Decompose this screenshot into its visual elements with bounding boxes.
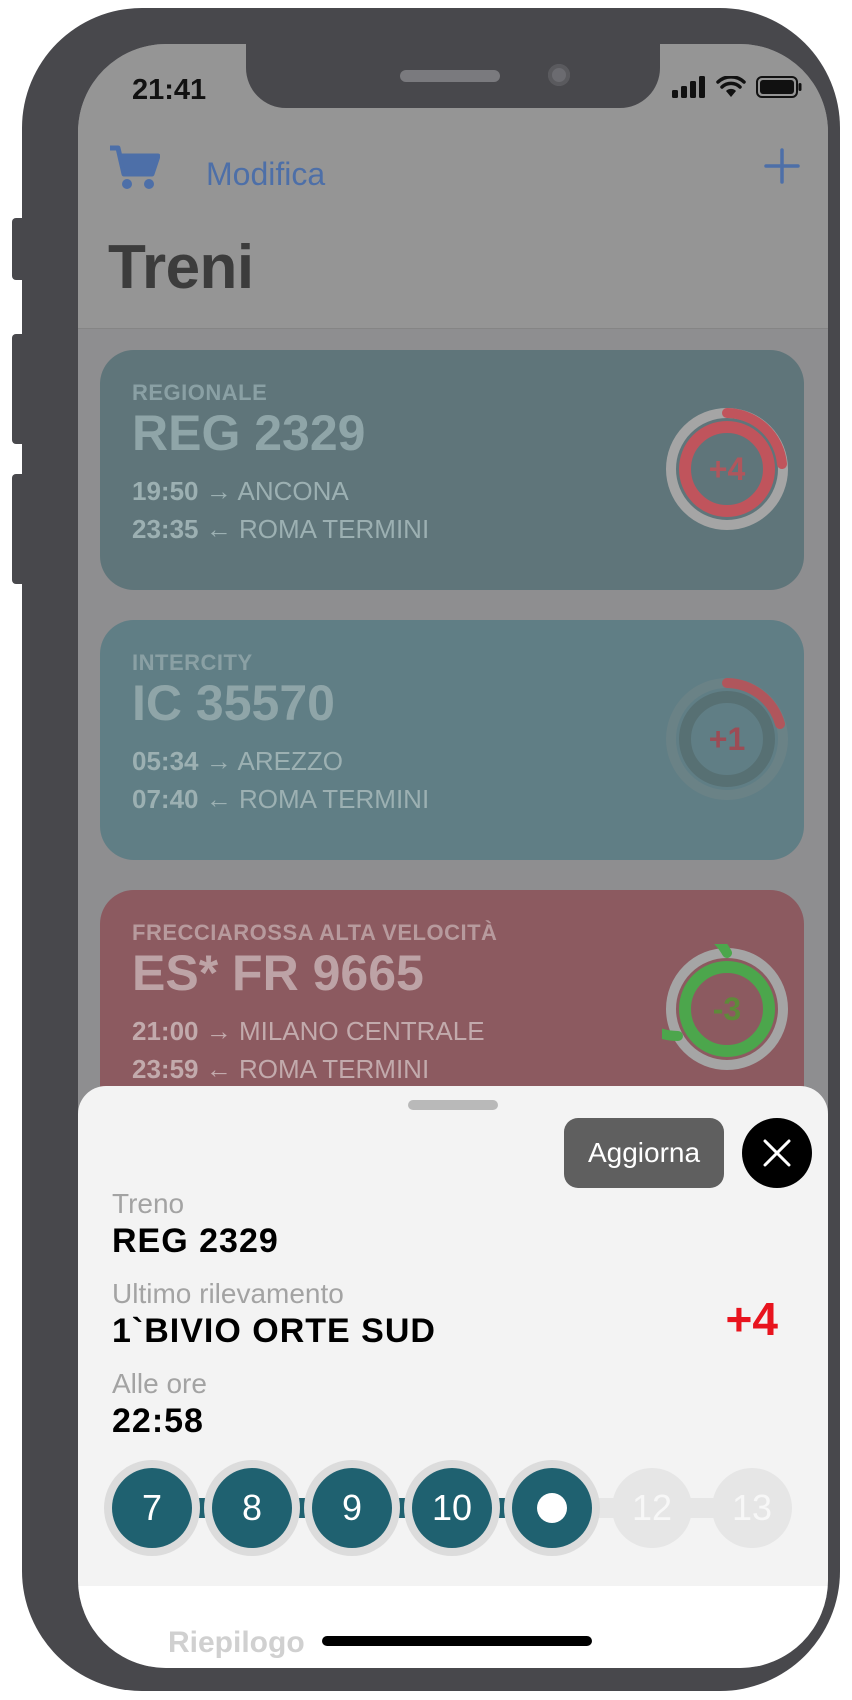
arrow-left-icon: ← — [205, 784, 232, 814]
stops-progress: 7 8 9 10 12 13 — [112, 1468, 792, 1548]
stop-marker[interactable]: 10 — [412, 1468, 492, 1548]
stop-label: 10 — [431, 1487, 473, 1528]
arrow-right-icon: → — [205, 476, 232, 506]
return-line: 23:59 ← ROMA TERMINI — [132, 1054, 429, 1085]
train-number: IC 35570 — [132, 675, 335, 731]
train-card[interactable]: REGIONALE REG 2329 19:50 → ANCONA 23:35 … — [100, 350, 804, 590]
stop-label: 8 — [241, 1487, 263, 1528]
delay-value: +4 — [725, 1293, 778, 1345]
edit-button[interactable]: Modifica — [206, 156, 325, 193]
delay-ring: +4 — [666, 408, 788, 530]
train-type: REGIONALE — [132, 380, 268, 405]
delay-value: -3 — [713, 991, 741, 1027]
stop-label: 13 — [731, 1487, 773, 1528]
arrow-right-icon: → — [205, 746, 232, 776]
phone-frame: Modifica Treni 21:41 REGIONALE REG 2329 … — [22, 8, 840, 1691]
delay-ring: -3 — [662, 944, 788, 1070]
sheet-grabber[interactable] — [408, 1100, 498, 1110]
stop-marker[interactable]: 13 — [712, 1468, 792, 1548]
departure-line: 19:50 → ANCONA — [132, 476, 349, 507]
arrow-left-icon: ← — [205, 1054, 232, 1084]
departure-line: 05:34 → AREZZO — [132, 746, 343, 777]
current-position-marker[interactable] — [512, 1468, 592, 1548]
stop-marker[interactable]: 12 — [612, 1468, 692, 1548]
add-train-icon[interactable] — [764, 148, 800, 189]
stop-marker[interactable]: 7 — [112, 1468, 192, 1548]
last-detection-label: Ultimo rilevamento — [112, 1278, 344, 1309]
speaker — [400, 70, 500, 82]
return-time: 23:59 — [132, 1054, 199, 1084]
destination: AREZZO — [237, 746, 343, 776]
close-icon — [763, 1139, 791, 1167]
arrow-left-icon: ← — [205, 514, 232, 544]
stop-label: 12 — [631, 1487, 673, 1528]
departure-line: 21:00 → MILANO CENTRALE — [132, 1016, 485, 1047]
stop-marker[interactable]: 8 — [212, 1468, 292, 1548]
stop-label: 7 — [141, 1487, 163, 1528]
train-detail-sheet: Aggiorna Treno REG 2329 Ultimo rilevamen… — [78, 1086, 828, 1586]
time-value: 22:58 — [112, 1402, 204, 1440]
arrow-right-icon: → — [205, 1016, 232, 1046]
train-label: Treno — [112, 1188, 185, 1219]
train-type: INTERCITY — [132, 650, 253, 675]
train-number: ES* FR 9665 — [132, 945, 424, 1001]
return-time: 23:35 — [132, 514, 199, 544]
stop-marker[interactable]: 9 — [312, 1468, 392, 1548]
train-type: FRECCIAROSSA ALTA VELOCITÀ — [132, 920, 498, 945]
return-time: 07:40 — [132, 784, 199, 814]
train-value: REG 2329 — [112, 1222, 279, 1260]
destination: ANCONA — [237, 476, 349, 506]
return-line: 23:35 ← ROMA TERMINI — [132, 514, 429, 545]
status-time: 21:41 — [132, 74, 207, 106]
status-icons — [672, 76, 802, 98]
stop-label: 9 — [341, 1487, 363, 1528]
origin: ROMA TERMINI — [238, 784, 430, 814]
origin: ROMA TERMINI — [238, 514, 430, 544]
delay-value: +4 — [709, 451, 746, 487]
train-number: REG 2329 — [132, 405, 366, 461]
refresh-button[interactable]: Aggiorna — [564, 1118, 724, 1188]
battery-icon — [756, 76, 802, 98]
time-label: Alle ore — [112, 1368, 207, 1399]
departure-time: 19:50 — [132, 476, 199, 506]
origin: ROMA TERMINI — [238, 1054, 430, 1084]
next-sheet-title: Riepilogo — [168, 1626, 305, 1659]
wifi-icon — [716, 76, 746, 97]
current-position-dot — [537, 1493, 567, 1523]
notch — [246, 44, 660, 108]
close-button[interactable] — [742, 1118, 812, 1188]
delay-ring: +1 — [666, 678, 788, 800]
screen: Modifica Treni 21:41 REGIONALE REG 2329 … — [78, 44, 828, 1668]
front-camera — [548, 64, 570, 86]
destination: MILANO CENTRALE — [238, 1016, 485, 1046]
cart-icon[interactable] — [108, 144, 161, 197]
page-title: Treni — [108, 233, 254, 302]
departure-time: 21:00 — [132, 1016, 199, 1046]
delay-value: +1 — [709, 721, 745, 757]
departure-time: 05:34 — [132, 746, 199, 776]
home-indicator[interactable] — [322, 1636, 592, 1646]
train-card[interactable]: INTERCITY IC 35570 05:34 → AREZZO 07:40 … — [100, 620, 804, 860]
cellular-signal-icon — [672, 76, 705, 98]
last-detection-value: 1`BIVIO ORTE SUD — [112, 1312, 436, 1350]
return-line: 07:40 ← ROMA TERMINI — [132, 784, 429, 815]
